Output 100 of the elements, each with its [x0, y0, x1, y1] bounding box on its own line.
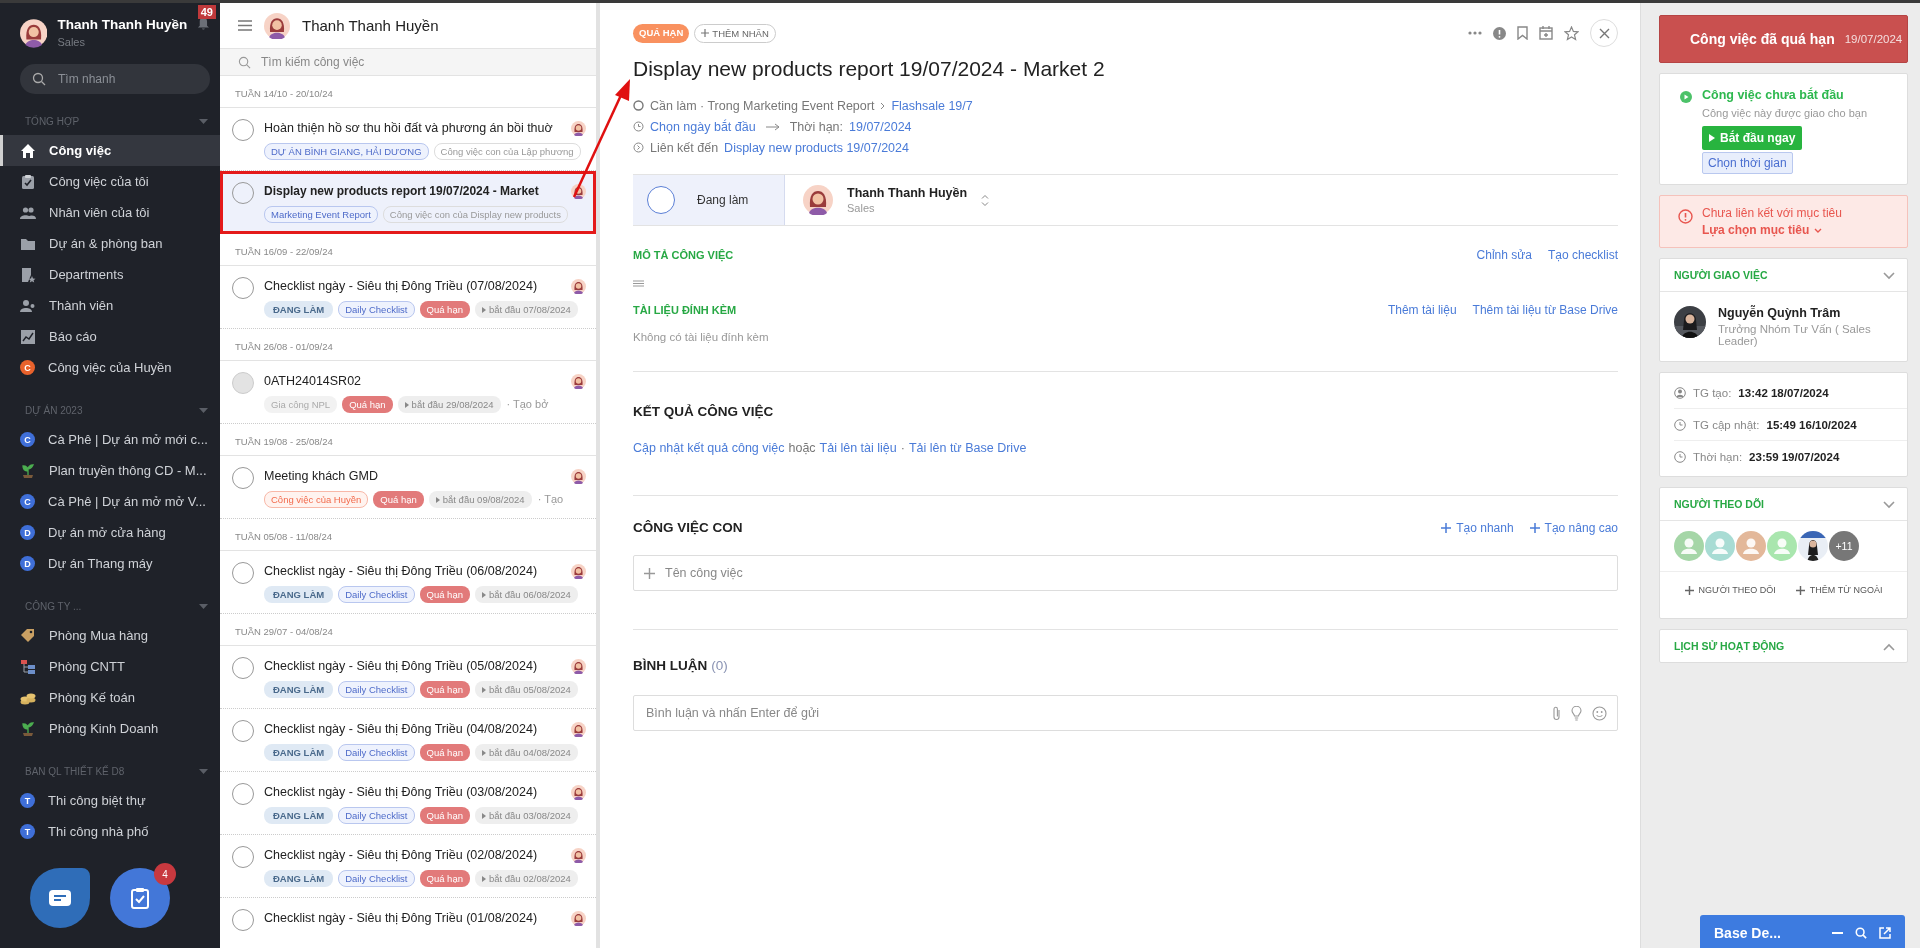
action-link[interactable]: Tạo checklist [1547, 248, 1618, 262]
task-item[interactable]: Checklist ngày - Siêu thị Đông Triều (07/08/2024) ĐANG LÀM Daily Checklist Quá hạn bắt đầu 07/08/2024 [220, 266, 596, 329]
emoji-icon[interactable] [1592, 705, 1607, 721]
chevron-circle-icon [633, 142, 644, 153]
task-item[interactable]: Checklist ngày - Siêu thị Đông Triều (02/08/2024) ĐANG LÀM Daily Checklist Quá hạn bắt đầu 02/08/2024 [220, 835, 596, 898]
upload-link[interactable]: Tải lên tài liệu [819, 441, 897, 455]
action-link[interactable]: Thêm tài liệu từ Base Drive [1472, 303, 1618, 317]
start-date-text: bắt đầu 29/08/2024 [411, 399, 494, 410]
sidebar-item[interactable]: Phòng Kinh Doanh [0, 713, 220, 744]
user-avatar [20, 17, 48, 48]
overdue-tag: Quá hạn [419, 807, 470, 824]
sidebar-item[interactable]: Plan truyền thông CD - M... [0, 455, 220, 486]
caret-icon[interactable] [199, 408, 208, 413]
search-box[interactable]: Tìm kiếm công việc [220, 48, 596, 76]
sidebar-item[interactable]: Thành viên [0, 290, 220, 321]
choose-time-button[interactable]: Chọn thời gian [1702, 152, 1793, 174]
bell-icon[interactable] [197, 16, 210, 31]
subtask-box[interactable]: Tên công việc [633, 555, 1618, 591]
more-followers-count[interactable]: +11 [1829, 531, 1859, 561]
linked-task-link[interactable]: Display new products 19/07/2024 [724, 140, 909, 155]
bookmark-icon[interactable] [1517, 26, 1528, 40]
project-link[interactable]: Flashsale 19/7 [891, 98, 973, 113]
more-icon[interactable] [1468, 31, 1482, 35]
task-item[interactable]: Display new products report 19/07/2024 - Market Marketing Event Report Công việc con của Display new products [220, 171, 596, 234]
user-name: Thanh Thanh Huyền [57, 17, 188, 32]
subtask-field[interactable]: Tên công việc [663, 565, 1607, 581]
action-link[interactable]: Tạo nâng cao [1529, 520, 1618, 535]
external-link-icon[interactable] [1879, 927, 1891, 939]
time-label: Thời hạn: [1693, 450, 1743, 463]
add-label-button[interactable]: THÊM NHÃN [694, 23, 776, 43]
time-value: 15:49 16/10/2024 [1766, 418, 1857, 431]
deadline-link[interactable]: 19/07/2024 [849, 119, 912, 134]
task-item[interactable]: Checklist ngày - Siêu thị Đông Triều (01/08/2024) [220, 898, 596, 948]
task-item[interactable]: Checklist ngày - Siêu thị Đông Triều (06/08/2024) ĐANG LÀM Daily Checklist Quá hạn bắt đầu 06/08/2024 [220, 551, 596, 614]
drive-upload-link[interactable]: Tải lên từ Base Drive [908, 441, 1027, 455]
sort-icon[interactable] [981, 193, 990, 207]
people-icon [20, 204, 36, 221]
caret-icon[interactable] [199, 769, 208, 774]
chevron-icon[interactable] [1883, 643, 1895, 651]
status-tag: ĐANG LÀM [264, 586, 334, 603]
sidebar-item[interactable]: D Dự án mở cửa hàng [0, 517, 220, 548]
sidebar-item[interactable]: T Thi công nhà phố [0, 816, 220, 847]
chevron-icon[interactable] [1883, 501, 1895, 509]
start-date-text: bắt đầu 04/08/2024 [488, 747, 571, 758]
assignee-avatar [571, 278, 586, 294]
clock-icon [1674, 418, 1686, 431]
search-field[interactable]: Tìm kiếm công việc [259, 54, 596, 70]
week-header: TUẦN 05/08 - 11/08/24 [220, 519, 596, 551]
action-link[interactable]: Chỉnh sửa [1476, 248, 1532, 262]
time-label: TG tạo: [1693, 386, 1732, 399]
sidebar-item[interactable]: C Công việc của Huyền [0, 352, 220, 383]
start-date-text: bắt đầu 07/08/2024 [488, 304, 571, 315]
search-icon[interactable] [1855, 927, 1867, 939]
task-item[interactable]: Checklist ngày - Siêu thị Đông Triều (05/08/2024) ĐANG LÀM Daily Checklist Quá hạn bắt đầu 05/08/2024 [220, 646, 596, 709]
sidebar-item[interactable]: T Thi công biệt thự [0, 785, 220, 816]
start-date-link[interactable]: Chọn ngày bắt đầu [650, 119, 756, 134]
search-box[interactable]: Tìm nhanh [20, 64, 210, 94]
sidebar-item[interactable]: Công việc của tôi [0, 166, 220, 197]
action-link[interactable]: Thêm tài liệu [1387, 303, 1457, 317]
sidebar-item[interactable]: Báo cáo [0, 321, 220, 352]
comment-box[interactable]: Bình luận và nhấn Enter để gửi [633, 695, 1618, 731]
sidebar-item[interactable]: C Cà Phê | Dự án mở mới c... [0, 424, 220, 455]
add-follower-button[interactable]: THÊM TỪ NGOÀI [1789, 584, 1889, 596]
sidebar-item[interactable]: C Cà Phê | Dự án mở mở V... [0, 486, 220, 517]
start-date-text: bắt đầu 05/08/2024 [488, 684, 571, 695]
start-date-text: bắt đầu 03/08/2024 [488, 810, 571, 821]
lightbulb-icon[interactable] [1571, 705, 1582, 721]
add-follower-button[interactable]: NGƯỜI THEO DÕI [1678, 584, 1782, 596]
caret-icon[interactable] [199, 119, 208, 124]
sidebar-item[interactable]: Phòng Mua hàng [0, 620, 220, 651]
close-button[interactable] [1590, 19, 1618, 47]
search-field[interactable]: Tìm nhanh [56, 71, 198, 87]
star-icon[interactable] [1564, 25, 1579, 41]
menu-icon[interactable] [238, 20, 252, 31]
task-item[interactable]: Checklist ngày - Siêu thị Đông Triều (04/08/2024) ĐANG LÀM Daily Checklist Quá hạn bắt đầu 04/08/2024 [220, 709, 596, 772]
status-tag: ĐANG LÀM [264, 744, 334, 761]
paperclip-icon[interactable] [1552, 705, 1561, 721]
sidebar-item[interactable]: D Dự án Thang máy [0, 548, 220, 579]
task-item[interactable]: Meeting khách GMD Công việc của Huyền Quá hạn bắt đầu 09/08/2024 · Tạo [220, 456, 596, 519]
caret-icon[interactable] [199, 604, 208, 609]
calendar-icon[interactable] [1539, 26, 1553, 40]
chevron-icon[interactable] [1883, 272, 1895, 280]
action-link[interactable]: Tạo nhanh [1441, 520, 1514, 535]
sidebar-item-label: Plan truyền thông CD - M... [49, 463, 207, 478]
status-tag: ĐANG LÀM [264, 301, 334, 318]
sidebar-item[interactable]: Nhân viên của tôi [0, 197, 220, 228]
sidebar-item[interactable]: Dự án & phòng ban [0, 228, 220, 259]
task-item[interactable]: Checklist ngày - Siêu thị Đông Triều (03/08/2024) ĐANG LÀM Daily Checklist Quá hạn bắt đầu 03/08/2024 [220, 772, 596, 835]
sidebar-item[interactable]: Phòng Kế toán [0, 682, 220, 713]
status-button[interactable]: Đang làm [633, 175, 785, 225]
chat-widget-bar[interactable]: Base De... [1700, 915, 1905, 948]
sidebar-item[interactable]: Công việc [0, 135, 220, 166]
sidebar-item[interactable]: Departments [0, 259, 220, 290]
alert-icon[interactable] [1493, 26, 1506, 40]
task-title: Checklist ngày - Siêu thị Đông Triều (02/08/2024) [264, 848, 538, 862]
sidebar-item[interactable]: Phòng CNTT [0, 651, 220, 682]
assignee-avatar [571, 563, 586, 579]
comment-field[interactable]: Bình luận và nhấn Enter để gửi [644, 705, 1542, 721]
update-result-link[interactable]: Cập nhật kết quả công việc [633, 441, 785, 455]
plus-icon [701, 29, 710, 37]
